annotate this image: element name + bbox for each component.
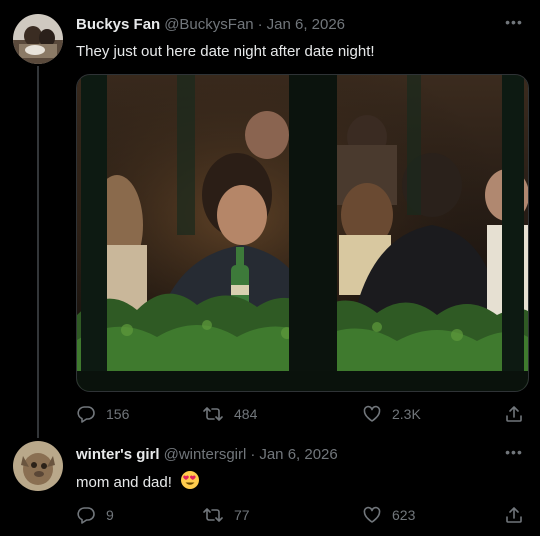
reply-like-button[interactable]: 623 [362, 500, 415, 530]
share-icon [506, 406, 522, 422]
heart-icon [363, 506, 381, 523]
header-separator: · [257, 15, 263, 33]
reply-count: 156 [106, 406, 130, 422]
tweet-text: They just out here date night after date… [76, 43, 375, 60]
reply-date[interactable]: Jan 6, 2026 [259, 446, 337, 463]
retweet-icon [203, 508, 223, 522]
like-count: 2.3K [392, 406, 421, 422]
reply-more-options-icon[interactable]: ••• [504, 442, 524, 462]
reply-button[interactable]: 156 [76, 399, 129, 429]
reply-action-bar: 9 77 623 [76, 500, 528, 530]
reply-display-name[interactable]: winter's girl [76, 446, 160, 463]
heart-icon [363, 405, 381, 422]
retweet-count: 484 [234, 406, 258, 422]
thread-connector-line [37, 66, 39, 438]
reply-retweet-count: 77 [234, 507, 250, 523]
tweet-action-bar: 156 484 2.3K [76, 399, 528, 429]
heart-eyes-emoji [181, 471, 200, 489]
wintersgirl-avatar[interactable] [13, 441, 63, 491]
reply-reply-button[interactable]: 9 [76, 500, 114, 530]
tweet-date[interactable]: Jan 6, 2026 [267, 16, 345, 33]
display-name[interactable]: Buckys Fan [76, 16, 160, 33]
reply-header-separator: · [250, 445, 256, 463]
retweet-button[interactable]: 484 [202, 399, 257, 429]
reply-text-line: mom and dad! [76, 470, 200, 493]
reply-text: mom and dad! [76, 474, 172, 491]
share-icon [506, 507, 522, 523]
buckysfan-avatar[interactable] [13, 14, 63, 64]
tweet-media-photo[interactable] [76, 74, 529, 392]
share-button[interactable] [504, 399, 524, 429]
reply-header: winter's girl @wintersgirl · Jan 6, 2026 [76, 442, 338, 466]
user-handle[interactable]: @BuckysFan [164, 16, 253, 33]
reply-like-count: 623 [392, 507, 416, 523]
tweet-header: Buckys Fan @BuckysFan · Jan 6, 2026 [76, 12, 345, 36]
photo-restaurant-window [77, 75, 528, 391]
reply-icon [77, 406, 95, 423]
more-options-icon[interactable]: ••• [504, 12, 524, 32]
retweet-icon [203, 407, 223, 421]
like-button[interactable]: 2.3K [362, 399, 421, 429]
reply-retweet-button[interactable]: 77 [202, 500, 250, 530]
reply-reply-count: 9 [106, 507, 114, 523]
reply-user-handle[interactable]: @wintersgirl [164, 446, 247, 463]
reply-share-button[interactable] [504, 500, 524, 530]
reply-icon [77, 507, 95, 524]
